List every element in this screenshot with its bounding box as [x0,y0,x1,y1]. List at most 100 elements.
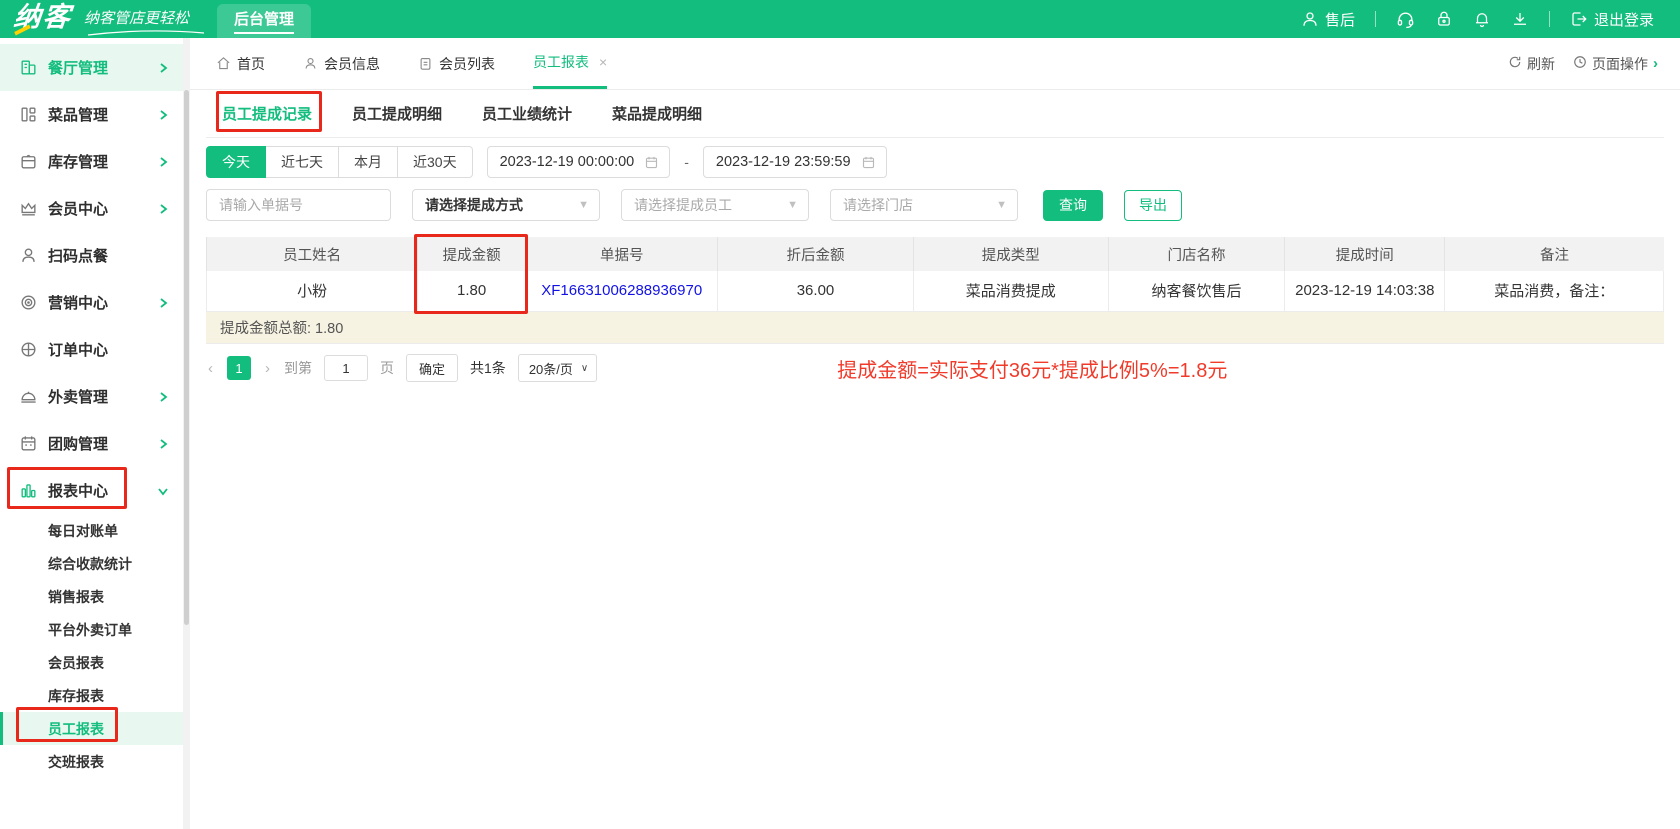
sidebar-item-label: 库存管理 [48,154,109,171]
subtab-commission-records[interactable]: 员工提成记录 [222,103,312,124]
target-icon [18,293,38,313]
commission-type-select-value: 请选择提成方式 [425,197,523,213]
store-select[interactable]: 请选择门店 ▼ [830,189,1018,221]
tab-member-list[interactable]: 会员列表 [418,38,495,89]
tab-member-info[interactable]: 会员信息 [303,38,380,89]
col-commission-type: 提成类型 [913,237,1109,271]
tab-home[interactable]: 首页 [216,38,265,89]
pagination-bar: ‹ 1 › 到第 页 确定 共1条 20条/页 ∨ 提成金额=实际支付36元*提… [206,354,1664,383]
box-icon [18,152,38,172]
chevron-right-icon: › [1653,55,1658,72]
employee-select-value: 请选择提成员工 [634,197,732,213]
page-size-select[interactable]: 20条/页 ∨ [517,354,598,382]
chevron-right-icon [157,391,169,403]
refresh-icon [1508,55,1522,72]
range-today-button[interactable]: 今天 [206,146,266,178]
next-page-button[interactable]: › [263,360,272,377]
sidebar-subitem-shift-report[interactable]: 交班报表 [0,745,183,778]
bar-chart-icon [18,481,38,501]
sidebar-subitem-member-report[interactable]: 会员报表 [0,646,183,679]
total-count-label: 共1条 [470,360,506,376]
date-from-input[interactable]: 2023-12-19 00:00:00 [486,146,671,178]
chevron-down-icon: ▼ [578,199,589,211]
commission-table: 员工姓名 提成金额 单据号 折后金额 提成类型 门店名称 提成时间 备注 小粉 … [205,237,1664,312]
page-size-value: 20条/页 [528,361,573,377]
sidebar-scrollbar-thumb[interactable] [184,90,189,625]
sidebar-item-scan-order[interactable]: 扫码点餐 [0,232,183,279]
chevron-right-icon [157,62,169,74]
export-button[interactable]: 导出 [1124,189,1182,221]
commission-type-select[interactable]: 请选择提成方式 ▼ [412,189,600,221]
close-icon[interactable]: × [599,54,607,70]
bell-icon[interactable] [1473,10,1491,28]
download-icon[interactable] [1511,10,1529,28]
sidebar-item-label: 扫码点餐 [48,248,109,265]
refresh-button[interactable]: 刷新 [1508,54,1555,74]
page-ops-button[interactable]: 页面操作 › [1573,54,1658,74]
header-right: 售后 退出登录 [1301,9,1680,30]
sidebar-subitem-employee-report[interactable]: 员工报表 [0,712,183,745]
logout-button[interactable]: 退出登录 [1570,9,1654,30]
date-to-input[interactable]: 2023-12-19 23:59:59 [702,146,887,178]
cell-commission-type: 菜品消费提成 [913,271,1109,312]
chevron-right-icon [157,109,169,121]
current-page-button[interactable]: 1 [227,356,251,380]
sidebar-item-marketing[interactable]: 营销中心 [0,279,183,326]
sidebar-item-label: 订单中心 [48,342,109,359]
sidebar-subitem-payment-stats[interactable]: 综合收款统计 [0,547,183,580]
goto-page-input[interactable] [324,355,368,381]
lock-icon[interactable] [1435,10,1453,28]
sidebar-item-restaurant[interactable]: 餐厅管理 [0,44,183,91]
chevron-down-icon: ▼ [996,199,1007,211]
table-header-row: 员工姓名 提成金额 单据号 折后金额 提成类型 门店名称 提成时间 备注 [205,237,1664,271]
subtab-dish-commission-detail[interactable]: 菜品提成明细 [612,103,702,124]
search-button[interactable]: 查询 [1043,189,1103,221]
prev-page-button[interactable]: ‹ [206,360,215,377]
report-subtabs: 员工提成记录 员工提成明细 员工业绩统计 菜品提成明细 [206,90,1664,138]
admin-manage-tab[interactable]: 后台管理 [217,4,312,38]
brand-tagline-text: 纳客管店更轻松 [84,9,190,27]
employee-select[interactable]: 请选择提成员工 ▼ [621,189,809,221]
sidebar-item-takeout[interactable]: 外卖管理 [0,373,183,420]
goto-confirm-button[interactable]: 确定 [406,354,459,382]
cell-order-no-link[interactable]: XF16631006288936970 [525,271,719,312]
cell-commission-amount: 1.80 [417,271,527,312]
logout-icon [1570,10,1588,28]
date-from-value: 2023-12-19 00:00:00 [499,154,635,170]
sidebar-subitem-daily-statement[interactable]: 每日对账单 [0,514,183,547]
chevron-down-icon: ∨ [580,362,589,374]
tab-label: 会员信息 [324,55,380,72]
sidebar-item-dishes[interactable]: 菜品管理 [0,91,183,138]
sidebar-item-inventory[interactable]: 库存管理 [0,138,183,185]
app-header: 纳客 纳客管店更轻松 后台管理 售后 退出登录 [0,0,1680,38]
subtab-performance-stats[interactable]: 员工业绩统计 [482,103,572,124]
headset-icon[interactable] [1396,10,1415,29]
chevron-right-icon [157,297,169,309]
cell-commission-time: 2023-12-19 14:03:38 [1284,271,1446,312]
order-no-input[interactable] [206,189,391,221]
range-30days-button[interactable]: 近30天 [398,146,473,178]
sidebar-subitem-platform-takeout[interactable]: 平台外卖订单 [0,613,183,646]
sidebar-scrollbar-track[interactable] [183,38,190,829]
tab-label: 首页 [237,55,265,72]
sidebar-item-label: 外卖管理 [48,389,109,406]
date-range-row: 今天 近七天 本月 近30天 2023-12-19 00:00:00 - 202… [206,146,1664,178]
sidebar-subitem-inventory-report[interactable]: 库存报表 [0,679,183,712]
sidebar-item-orders[interactable]: 订单中心 [0,326,183,373]
range-7days-button[interactable]: 近七天 [266,146,339,178]
tab-employee-report[interactable]: 员工报表 × [533,38,608,89]
page-ops-icon [1573,55,1587,72]
sidebar-item-reports[interactable]: 报表中心 [0,467,183,514]
logout-label: 退出登录 [1593,11,1654,29]
chevron-down-icon: ▼ [787,199,798,211]
refresh-label: 刷新 [1527,55,1555,72]
after-sales-button[interactable]: 售后 [1301,9,1355,30]
sidebar-subitem-sales-report[interactable]: 销售报表 [0,580,183,613]
subtab-commission-detail[interactable]: 员工提成明细 [352,103,442,124]
range-month-button[interactable]: 本月 [339,146,398,178]
chevron-right-icon [157,438,169,450]
after-sales-label: 售后 [1324,11,1355,29]
calendar-icon [18,434,38,454]
sidebar-item-members[interactable]: 会员中心 [0,185,183,232]
sidebar-item-group-buy[interactable]: 团购管理 [0,420,183,467]
